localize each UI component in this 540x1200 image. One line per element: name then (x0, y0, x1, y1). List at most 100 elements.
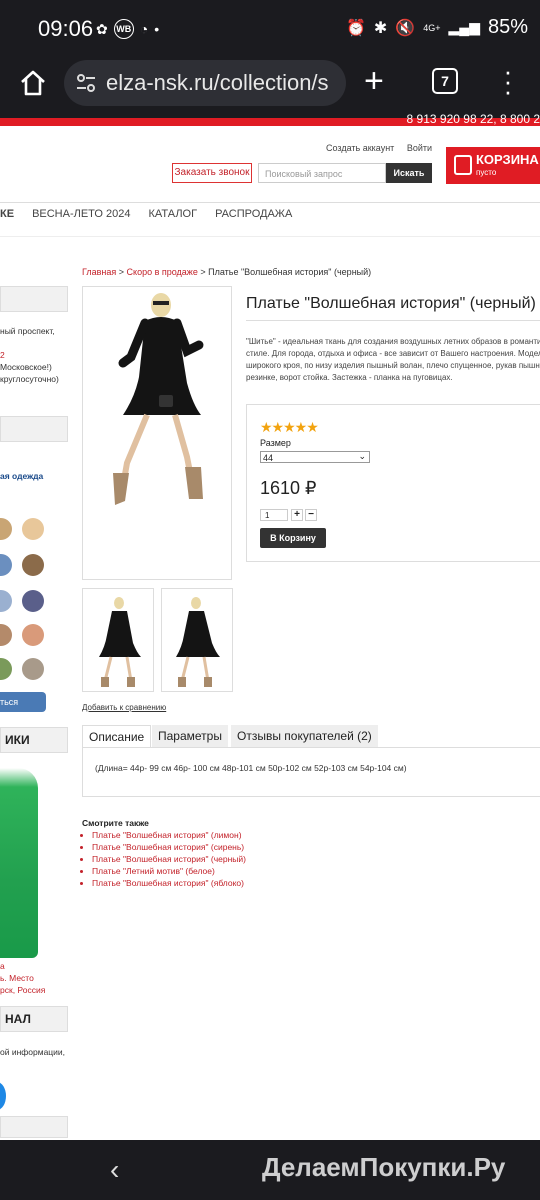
size-selected-value: 44 (263, 453, 274, 463)
nav-item-sale[interactable]: РАСПРОДАЖА (215, 208, 292, 220)
sidebar-product-caption[interactable]: а ь. Место рск, Россия (0, 960, 45, 996)
home-icon[interactable] (18, 68, 48, 98)
mute-icon: 🔇 (395, 19, 416, 37)
breadcrumb-section[interactable]: Скоро в продаже (127, 267, 198, 277)
see-also-list: Платье "Волшебная история" (лимон) Плать… (82, 829, 246, 889)
quantity-minus-button[interactable]: − (305, 509, 317, 521)
quantity-plus-button[interactable]: + (291, 509, 303, 521)
avatar[interactable] (22, 554, 44, 576)
title-divider (246, 320, 540, 321)
sidebar-heading-box-2 (0, 416, 68, 442)
product-thumbnail[interactable] (161, 588, 233, 692)
product-main-image[interactable] (82, 286, 232, 580)
rss-icon: ◔ (139, 21, 149, 37)
product-thumbnail[interactable] (82, 588, 154, 692)
back-icon[interactable]: ‹ (110, 1154, 119, 1186)
see-also-link[interactable]: Платье "Волшебная история" (сирень) (92, 841, 246, 853)
site-settings-icon[interactable] (76, 73, 96, 93)
sidebar-join-button[interactable]: ться (0, 692, 46, 712)
tab-reviews[interactable]: Отзывы покупателей (2) (231, 725, 378, 747)
flower-icon: ✿ (96, 20, 108, 37)
avatar[interactable] (0, 624, 12, 646)
avatar[interactable] (22, 590, 44, 612)
status-right: ⏰ ✱ 🔇 4G+ ▂▄▆ 85% (346, 16, 528, 39)
product-price: 1610 ₽ (260, 478, 317, 498)
add-to-cart-button[interactable]: В Корзину (260, 528, 326, 548)
account-links: Создать аккаунт Войти (316, 143, 432, 153)
quantity-input[interactable]: 1 (260, 509, 288, 521)
create-account-link[interactable]: Создать аккаунт (326, 143, 394, 153)
see-also-link[interactable]: Платье "Волшебная история" (лимон) (92, 829, 246, 841)
nav-divider-2 (0, 236, 540, 237)
see-also-link[interactable]: Платье "Волшебная история" (яблоко) (92, 877, 246, 889)
nav-item-catalog[interactable]: КАТАЛОГ (149, 208, 198, 220)
breadcrumb: Главная > Скоро в продаже > Платье "Волш… (82, 267, 372, 277)
avatar[interactable] (0, 554, 12, 576)
product-description: "Шитье" - идеальная ткань для создания в… (246, 337, 540, 382)
network-type: 4G+ (423, 22, 441, 33)
nav-item-spring-summer[interactable]: ВЕСНА-ЛЕТО 2024 (32, 208, 130, 220)
bluetooth-icon: ✱ (373, 19, 388, 37)
shopping-bag-icon (454, 155, 472, 175)
notification-icons: ✿ WB ◔ • (96, 19, 159, 39)
avatar[interactable] (22, 518, 44, 540)
add-to-compare-link[interactable]: Добавить к сравнению (82, 703, 166, 712)
signal-icon: ▂▄▆ (448, 19, 480, 35)
dress-thumbnail-image (99, 597, 141, 687)
top-phone-strip: 8 913 920 98 22, 8 800 2 (0, 112, 540, 126)
header-phone[interactable]: 8 913 920 98 22, 8 800 2 (407, 112, 540, 126)
tab-panel-description: (Длина= 44р- 99 см 46р- 100 см 48р-101 с… (82, 747, 540, 797)
breadcrumb-home[interactable]: Главная (82, 267, 116, 277)
sidebar-section-title: ИКИ (0, 727, 68, 753)
cart-status: пусто (476, 168, 497, 177)
size-select[interactable]: 44 ⌄ (260, 451, 370, 463)
search-button[interactable]: Искать (386, 163, 432, 183)
main-nav: КЕ ВЕСНА-ЛЕТО 2024 КАТАЛОГ РАСПРОДАЖА (0, 208, 310, 220)
cart-button[interactable]: КОРЗИНА: пусто (446, 147, 540, 184)
sidebar-section-title-2: НАЛ (0, 1006, 68, 1032)
avatar[interactable] (22, 624, 44, 646)
sidebar-info-text: ой информации, (0, 1047, 66, 1057)
sidebar-address: ный проспект, 2 Московское!) круглосуточ… (0, 326, 59, 384)
nav-divider (0, 202, 540, 203)
battery-level: 85% (487, 16, 528, 38)
url-text: elza-nsk.ru/collection/s (106, 70, 329, 95)
new-tab-icon[interactable]: + (364, 62, 384, 101)
sidebar-avatar-grid (0, 518, 48, 688)
browser-toolbar: elza-nsk.ru/collection/s + 7 · · · (0, 58, 540, 118)
avatar[interactable] (0, 518, 12, 540)
dress-model-image (113, 293, 204, 505)
sidebar-circle-button[interactable] (0, 1082, 6, 1110)
dress-thumbnail-image (176, 597, 220, 687)
avatar[interactable] (22, 658, 44, 680)
overflow-menu-icon[interactable]: · · · (500, 58, 516, 104)
chevron-down-icon: ⌄ (358, 451, 366, 461)
sidebar-heading-box (0, 286, 68, 312)
sidebar-category-link[interactable]: ая одежда (0, 470, 43, 482)
wb-app-icon: WB (113, 19, 134, 39)
tab-description[interactable]: Описание (82, 725, 152, 747)
see-also-link[interactable]: Платье "Летний мотив" (белое) (92, 865, 246, 877)
dot-icon: • (154, 21, 160, 37)
breadcrumb-current: Платье "Волшебная история" (черный) (208, 267, 372, 277)
search-input[interactable]: Поисковый запрос (258, 163, 386, 183)
avatar[interactable] (0, 590, 12, 612)
cart-title: КОРЗИНА: (476, 152, 540, 167)
nav-item-partial[interactable]: КЕ (0, 208, 14, 220)
rating-stars: ★★★★★ (260, 419, 319, 435)
status-bar: 09:06 ✿ WB ◔ • ⏰ ✱ 🔇 4G+ ▂▄▆ 85% (0, 0, 540, 60)
sidebar-product-image[interactable] (0, 768, 38, 958)
url-bar[interactable]: elza-nsk.ru/collection/s (64, 60, 346, 106)
avatar[interactable] (0, 658, 12, 680)
tab-switcher-button[interactable]: 7 (432, 68, 458, 94)
see-also-link[interactable]: Платье "Волшебная история" (черный) (92, 853, 246, 865)
tab-parameters[interactable]: Параметры (152, 725, 228, 747)
login-link[interactable]: Войти (407, 143, 432, 153)
status-time: 09:06 (38, 16, 94, 41)
alarm-icon: ⏰ (346, 19, 366, 37)
see-also-title: Смотрите также (82, 818, 149, 828)
order-call-button[interactable]: Заказать звонок (172, 163, 252, 183)
product-title: Платье "Волшебная история" (черный) (246, 295, 536, 312)
watermark: ДелаемПокупки.Ру (262, 1152, 506, 1182)
system-nav-bar: ‹ ДелаемПокупки.Ру (0, 1140, 540, 1200)
